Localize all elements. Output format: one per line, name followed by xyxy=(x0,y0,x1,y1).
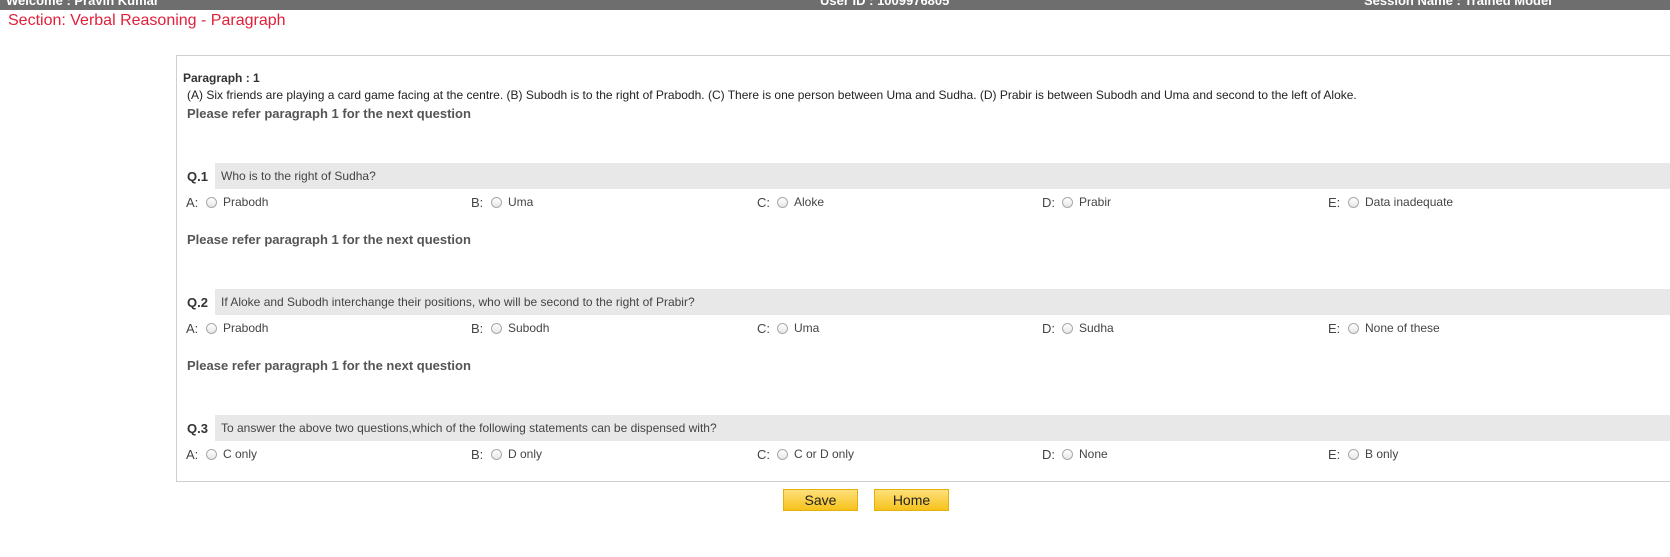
option-c[interactable]: C: C or D only xyxy=(757,444,854,464)
question-text-bar: If Aloke and Subodh interchange their po… xyxy=(215,289,1670,315)
option-text[interactable]: Prabodh xyxy=(223,321,268,335)
radio-button[interactable] xyxy=(206,448,217,460)
top-header-bar: Welcome : Pravin Kumar User ID : 1009976… xyxy=(0,0,1670,10)
option-text[interactable]: None of these xyxy=(1365,321,1440,335)
option-letter: C: xyxy=(757,320,770,336)
radio-button[interactable] xyxy=(1348,322,1359,334)
option-b[interactable]: B: Subodh xyxy=(471,318,549,338)
question-row: Q.3 To answer the above two questions,wh… xyxy=(177,415,1670,441)
question-row: Q.2 If Aloke and Subodh interchange thei… xyxy=(177,289,1670,315)
radio-button[interactable] xyxy=(1062,322,1073,334)
options-row: A: C only B: D only C: C or D only D: No… xyxy=(177,444,1670,464)
save-button[interactable]: Save xyxy=(783,489,858,511)
option-b[interactable]: B: Uma xyxy=(471,192,533,212)
question-text: To answer the above two questions,which … xyxy=(221,421,717,435)
radio-button[interactable] xyxy=(206,196,217,208)
option-letter: D: xyxy=(1042,194,1055,210)
option-text[interactable]: None xyxy=(1079,447,1108,461)
option-text[interactable]: C or D only xyxy=(794,447,854,461)
option-e[interactable]: E: Data inadequate xyxy=(1328,192,1453,212)
option-text[interactable]: Uma xyxy=(794,321,819,335)
option-letter: E: xyxy=(1328,320,1341,336)
option-a[interactable]: A: Prabodh xyxy=(186,318,268,338)
user-id-text: User ID : 1009976805 xyxy=(820,0,950,8)
option-a[interactable]: A: Prabodh xyxy=(186,192,268,212)
question-panel: Paragraph : 1 (A) Six friends are playin… xyxy=(176,55,1670,482)
option-letter: B: xyxy=(471,194,484,210)
option-d[interactable]: D: None xyxy=(1042,444,1108,464)
refer-note: Please refer paragraph 1 for the next qu… xyxy=(187,232,471,247)
option-c[interactable]: C: Uma xyxy=(757,318,819,338)
option-text[interactable]: C only xyxy=(223,447,257,461)
question-number: Q.3 xyxy=(187,421,208,436)
option-letter: C: xyxy=(757,194,770,210)
question-text: Who is to the right of Sudha? xyxy=(221,169,376,183)
paragraph-label: Paragraph : 1 xyxy=(183,71,260,85)
option-text[interactable]: Prabodh xyxy=(223,195,268,209)
refer-note: Please refer paragraph 1 for the next qu… xyxy=(187,106,471,121)
option-a[interactable]: A: C only xyxy=(186,444,257,464)
refer-note: Please refer paragraph 1 for the next qu… xyxy=(187,358,471,373)
radio-button[interactable] xyxy=(1348,448,1359,460)
option-text[interactable]: Subodh xyxy=(508,321,549,335)
option-d[interactable]: D: Sudha xyxy=(1042,318,1114,338)
session-name-text: Session Name : Trained Model xyxy=(1364,0,1552,8)
option-letter: C: xyxy=(757,446,770,462)
question-number: Q.1 xyxy=(187,169,208,184)
radio-button[interactable] xyxy=(777,196,788,208)
option-c[interactable]: C: Aloke xyxy=(757,192,824,212)
radio-button[interactable] xyxy=(491,322,502,334)
option-text[interactable]: Sudha xyxy=(1079,321,1114,335)
option-e[interactable]: E: B only xyxy=(1328,444,1398,464)
radio-button[interactable] xyxy=(1348,196,1359,208)
option-letter: E: xyxy=(1328,446,1341,462)
home-button[interactable]: Home xyxy=(874,489,949,511)
question-text-bar: Who is to the right of Sudha? xyxy=(215,163,1670,189)
radio-button[interactable] xyxy=(1062,448,1073,460)
option-letter: B: xyxy=(471,320,484,336)
options-row: A: Prabodh B: Uma C: Aloke D: Prabir E: … xyxy=(177,192,1670,212)
option-letter: A: xyxy=(186,446,199,462)
welcome-text: Welcome : Pravin Kumar xyxy=(6,0,159,8)
option-letter: A: xyxy=(186,194,199,210)
option-letter: A: xyxy=(186,320,199,336)
option-letter: E: xyxy=(1328,194,1341,210)
option-text[interactable]: Aloke xyxy=(794,195,824,209)
option-text[interactable]: Uma xyxy=(508,195,533,209)
question-text: If Aloke and Subodh interchange their po… xyxy=(221,295,695,309)
option-text[interactable]: B only xyxy=(1365,447,1398,461)
question-text-bar: To answer the above two questions,which … xyxy=(215,415,1670,441)
option-letter: D: xyxy=(1042,446,1055,462)
radio-button[interactable] xyxy=(777,322,788,334)
option-text[interactable]: D only xyxy=(508,447,542,461)
option-text[interactable]: Data inadequate xyxy=(1365,195,1453,209)
radio-button[interactable] xyxy=(1062,196,1073,208)
option-b[interactable]: B: D only xyxy=(471,444,542,464)
option-letter: B: xyxy=(471,446,484,462)
radio-button[interactable] xyxy=(491,448,502,460)
option-text[interactable]: Prabir xyxy=(1079,195,1111,209)
question-row: Q.1 Who is to the right of Sudha? xyxy=(177,163,1670,189)
option-d[interactable]: D: Prabir xyxy=(1042,192,1111,212)
section-title: Section: Verbal Reasoning - Paragraph xyxy=(8,12,286,29)
option-e[interactable]: E: None of these xyxy=(1328,318,1440,338)
options-row: A: Prabodh B: Subodh C: Uma D: Sudha E: … xyxy=(177,318,1670,338)
option-letter: D: xyxy=(1042,320,1055,336)
radio-button[interactable] xyxy=(206,322,217,334)
radio-button[interactable] xyxy=(491,196,502,208)
question-number: Q.2 xyxy=(187,295,208,310)
paragraph-text: (A) Six friends are playing a card game … xyxy=(187,88,1357,102)
radio-button[interactable] xyxy=(777,448,788,460)
